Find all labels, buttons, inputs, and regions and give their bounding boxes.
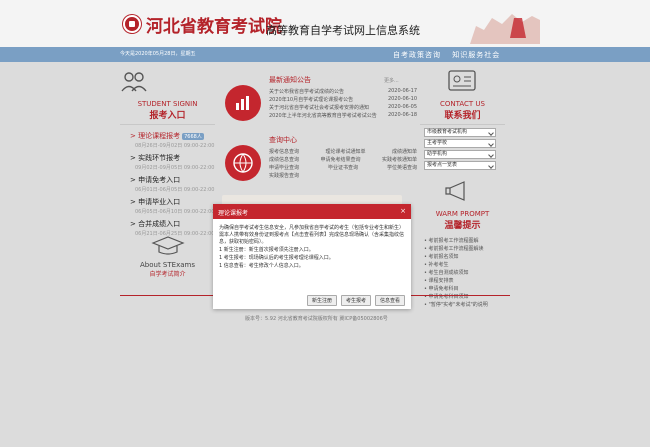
footer-text: 版本号：5.92 河北省教育考试院版权所有 冀ICP备05002806号 [245, 316, 388, 322]
select-exam-agency[interactable]: 市级教育考试机构 [424, 128, 496, 137]
news-item[interactable]: 关于公布我省自学考试成绩的公告 2020-06-17 [269, 88, 417, 96]
query-link[interactable]: 实践报告查询 [269, 172, 299, 180]
news-more-link[interactable]: 更多... [384, 77, 399, 84]
query-title: 查询中心 [269, 136, 297, 144]
modal-notice: 为确保自学考试考生信息安全，凡参加我省自学考试的考生（包括专业考生和新生）需本人… [219, 225, 405, 245]
entrance-list: > 理论课程报考 7668人 08月26日-09月02日 09:00-22:00 … [120, 131, 215, 237]
signin-en-title: STUDENT SIGNIN [137, 100, 198, 108]
entrance-graduate[interactable]: > 申请毕业入口 [130, 197, 215, 207]
contact-cn-title: 联系我们 [444, 111, 481, 121]
select-assist-org[interactable]: 助学机构 [424, 150, 496, 159]
contact-panel: CONTACT US 联系我们 市级教育考试机构 主考学校 助学机构 报考点一览… [420, 70, 505, 308]
close-icon[interactable]: × [400, 207, 406, 215]
news-item[interactable]: 关于河北省自学考试社会考试报考安排的通知 2020-06-05 [269, 104, 417, 112]
modal-line: 1 考生报考：现场确认后的考生报考理论课程入口。 [219, 255, 334, 261]
nav-link-policy[interactable]: 自考政策咨询 [393, 51, 441, 59]
system-title: 高等教育自学考试网上信息系统 [266, 24, 420, 37]
contact-card-icon [448, 70, 476, 91]
chart-icon [225, 85, 261, 121]
about-cn: 自学考试简介 [149, 271, 186, 278]
news-title: 最新通知公告 [269, 76, 311, 84]
prompt-cn-title: 温馨提示 [444, 221, 481, 231]
signin-cn-title: 报考入口 [149, 111, 186, 121]
contact-en-title: CONTACT US [440, 100, 485, 108]
entrance-merge[interactable]: > 合并成绩入口 [130, 219, 215, 229]
query-link[interactable]: 成绩通知单 [392, 148, 417, 156]
select-school[interactable]: 主考学校 [424, 139, 496, 148]
count-badge: 7668人 [182, 133, 204, 140]
entrance-graduate-time: 06月05日-06月10日 09:00-22:00 [135, 209, 215, 215]
header: 河北省教育考试院 高等教育自学考试网上信息系统 [0, 0, 650, 47]
news-list: 关于公布我省自学考试成绩的公告 2020-06-17 2020年10月自学考试理论… [269, 88, 417, 120]
query-link[interactable]: 理论课考试通知单 [325, 148, 365, 156]
nav-link-knowledge[interactable]: 知识服务社会 [452, 51, 500, 59]
query-link[interactable]: 申请毕业查询 [269, 164, 299, 172]
query-link[interactable]: 毕业证书查询 [328, 164, 358, 172]
news-item[interactable]: 2020年10月自学考试理论课报考公告 2020-06-10 [269, 96, 417, 104]
prompt-item[interactable]: • 补考考生 [424, 261, 505, 269]
nav-links: 自考政策咨询 知识服务社会 [393, 50, 508, 60]
prompt-item[interactable]: • 考前报考工作流程图解 [424, 237, 505, 245]
modal-line: 1 信息查看：考生修改个人信息入口。 [219, 263, 304, 269]
users-icon [121, 72, 147, 92]
query-links: 报考信息查询 理论课考试通知单 成绩通知单 成绩信息查询 申请免考结果查询 实践考核通知… [269, 148, 417, 180]
prompt-item[interactable]: • 考生自测成绩须知 [424, 269, 505, 277]
megaphone-icon [445, 181, 465, 201]
query-link[interactable]: 成绩信息查询 [269, 156, 299, 164]
modal-body: 为确保自学考试考生信息安全，凡参加我省自学考试的考生（包括专业考生和新生）需本人… [213, 219, 411, 294]
globe-icon [225, 145, 261, 181]
query-section: 查询中心 报考信息查询 理论课考试通知单 成绩通知单 成绩信息查询 申请免考结果查询实… [222, 130, 418, 190]
modal-line: 1 新生注册：新生首次报考须先注册入口。 [219, 247, 314, 253]
brand-title: 河北省教育考试院 [146, 17, 282, 37]
entrance-theory-time: 08月26日-09月02日 09:00-22:00 [135, 143, 215, 149]
prompt-item[interactable]: • 申请免考科目 [424, 285, 505, 293]
modal-buttons: 新生注册 考生报考 信息查看 [306, 295, 405, 306]
about-en: About STExams [140, 261, 195, 269]
query-link[interactable]: 报考信息查询 [269, 148, 299, 156]
news-item[interactable]: 2020年上半年河北省高等教育自学考试考试公告 2020-06-18 [269, 112, 417, 120]
prompt-item[interactable]: • 课程安排表 [424, 277, 505, 285]
query-link[interactable]: 学位英语查询 [387, 164, 417, 172]
new-register-button[interactable]: 新生注册 [306, 295, 337, 306]
prompt-item[interactable]: • 考前报考工作流程图解读 [424, 245, 505, 253]
prompt-list: • 考前报考工作流程图解 • 考前报考工作流程图解读 • 考前报名须知 • 补考… [420, 237, 505, 309]
news-section: 最新通知公告 更多... 关于公布我省自学考试成绩的公告 2020-06-17 2… [222, 70, 418, 130]
logo-emblem [123, 15, 141, 33]
prompt-item[interactable]: • "暂停"实考"未考试"的说明 [424, 301, 505, 309]
hat-icon [150, 236, 185, 255]
modal-header: 理论课报考 × [213, 204, 411, 219]
modal-title: 理论课报考 [218, 210, 249, 217]
query-link[interactable]: 申请免考结果查询 [320, 156, 360, 164]
entrance-theory[interactable]: > 理论课程报考 7668人 [130, 131, 215, 141]
entrance-exempt-time: 06月01日-06月05日 09:00-22:00 [135, 187, 215, 193]
prompt-en-title: WARM PROMPT [435, 210, 490, 218]
great-wall-illustration [470, 14, 540, 44]
theory-signup-modal: 理论课报考 × 为确保自学考试考生信息安全，凡参加我省自学考试的考生（包括专业考… [213, 204, 411, 309]
query-link[interactable]: 实践考核通知单 [382, 156, 417, 164]
entrance-practice[interactable]: > 实践环节报考 [130, 153, 215, 163]
entrance-exempt[interactable]: > 申请免考入口 [130, 175, 215, 185]
navbar: 今天是2020年05月28日，星期五 自考政策咨询 知识服务社会 [0, 47, 650, 62]
select-exam-site[interactable]: 报考点一览表 [424, 161, 496, 170]
date-text: 今天是2020年05月28日，星期五 [120, 51, 196, 57]
prompt-item[interactable]: • 考前报名须知 [424, 253, 505, 261]
exam-signup-button[interactable]: 考生报考 [340, 295, 371, 306]
info-view-button[interactable]: 信息查看 [374, 295, 405, 306]
entrance-practice-time: 09月02日-09月05日 09:00-22:00 [135, 165, 215, 171]
about-section[interactable]: About STExams 自学考试简介 [120, 235, 215, 278]
